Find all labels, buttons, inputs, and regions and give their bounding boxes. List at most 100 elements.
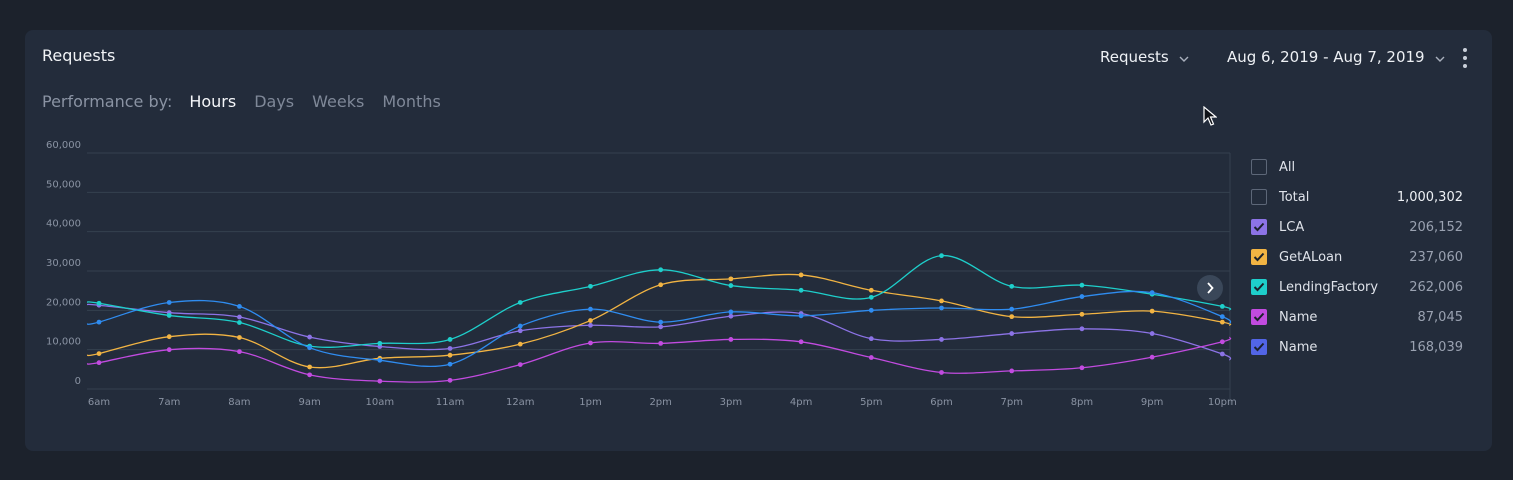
data-point[interactable]: [1079, 294, 1085, 299]
data-point[interactable]: [939, 337, 944, 342]
data-point[interactable]: [658, 340, 664, 346]
data-point[interactable]: [307, 345, 313, 351]
data-point[interactable]: [237, 349, 242, 355]
data-point[interactable]: [1079, 311, 1085, 317]
data-point[interactable]: [377, 357, 383, 363]
data-point[interactable]: [237, 320, 242, 325]
data-point[interactable]: [166, 300, 172, 305]
legend-value: 87,045: [1417, 309, 1464, 325]
data-point[interactable]: [377, 378, 383, 384]
data-point[interactable]: [1009, 331, 1015, 336]
data-point[interactable]: [588, 322, 593, 328]
data-point[interactable]: [377, 340, 383, 346]
legend-checkbox[interactable]: [1251, 219, 1267, 235]
data-point[interactable]: [939, 253, 944, 259]
data-point[interactable]: [798, 287, 804, 293]
data-point[interactable]: [96, 319, 102, 325]
data-point[interactable]: [307, 334, 313, 340]
data-point[interactable]: [307, 372, 313, 378]
y-tick-label: 20,000: [46, 297, 81, 308]
data-point[interactable]: [798, 313, 804, 319]
data-point[interactable]: [798, 272, 804, 278]
data-point[interactable]: [1149, 290, 1155, 296]
data-point[interactable]: [728, 276, 734, 282]
data-point[interactable]: [868, 287, 874, 293]
data-point[interactable]: [658, 324, 664, 330]
data-point[interactable]: [517, 300, 523, 305]
data-point[interactable]: [517, 341, 523, 347]
data-point[interactable]: [517, 328, 523, 334]
data-point[interactable]: [1219, 319, 1225, 325]
data-point[interactable]: [658, 319, 664, 325]
legend-item-lendingfactory[interactable]: LendingFactory 262,006: [1251, 272, 1463, 302]
legend-checkbox[interactable]: [1251, 189, 1267, 205]
data-point[interactable]: [237, 335, 242, 340]
legend-item-name[interactable]: Name 87,045: [1251, 302, 1463, 332]
data-point[interactable]: [728, 337, 734, 342]
x-tick-label: 3pm: [720, 397, 742, 408]
data-point[interactable]: [728, 309, 734, 315]
data-point[interactable]: [517, 323, 523, 329]
data-point[interactable]: [1079, 326, 1085, 332]
data-point[interactable]: [728, 283, 734, 288]
requests-widget: Requests Performance by: Hours Days Week…: [25, 30, 1492, 451]
data-point[interactable]: [728, 313, 734, 319]
legend-checkbox[interactable]: [1251, 249, 1267, 265]
legend-checkbox[interactable]: [1251, 339, 1267, 355]
y-tick-label: 50,000: [46, 179, 81, 190]
data-point[interactable]: [939, 305, 944, 311]
data-point[interactable]: [1149, 331, 1155, 336]
legend-item-total[interactable]: Total 1,000,302: [1251, 182, 1463, 212]
data-point[interactable]: [517, 362, 523, 368]
data-point[interactable]: [166, 313, 172, 318]
data-point[interactable]: [588, 306, 593, 312]
data-point[interactable]: [237, 304, 242, 309]
data-point[interactable]: [868, 294, 874, 300]
data-point[interactable]: [447, 377, 453, 383]
data-point[interactable]: [166, 334, 172, 340]
data-point[interactable]: [96, 351, 102, 356]
data-point[interactable]: [96, 300, 102, 306]
data-point[interactable]: [166, 347, 172, 353]
y-tick-label: 10,000: [46, 337, 81, 348]
data-point[interactable]: [1219, 304, 1225, 309]
data-point[interactable]: [1219, 314, 1225, 320]
data-point[interactable]: [868, 336, 874, 342]
data-point[interactable]: [588, 340, 593, 346]
data-point[interactable]: [1009, 283, 1015, 289]
data-point[interactable]: [1079, 365, 1085, 371]
data-point[interactable]: [1149, 354, 1155, 360]
data-point[interactable]: [939, 370, 944, 375]
legend-label: All: [1279, 159, 1296, 175]
legend-checkbox[interactable]: [1251, 279, 1267, 295]
data-point[interactable]: [96, 360, 102, 366]
data-point[interactable]: [307, 364, 313, 370]
data-point[interactable]: [588, 318, 593, 323]
data-point[interactable]: [1079, 282, 1085, 288]
data-point[interactable]: [447, 352, 453, 358]
data-point[interactable]: [1009, 306, 1015, 312]
data-point[interactable]: [939, 298, 944, 304]
data-point[interactable]: [447, 361, 453, 367]
legend-item-getaloan[interactable]: GetALoan 237,060: [1251, 242, 1463, 272]
data-point[interactable]: [447, 346, 453, 351]
legend-item-all[interactable]: All: [1251, 152, 1463, 182]
data-point[interactable]: [1219, 339, 1225, 345]
legend-item-lca[interactable]: LCA 206,152: [1251, 212, 1463, 242]
data-point[interactable]: [1009, 314, 1015, 320]
data-point[interactable]: [658, 282, 664, 288]
chart-next-button[interactable]: [1197, 275, 1223, 301]
data-point[interactable]: [237, 314, 242, 320]
data-point[interactable]: [658, 267, 664, 273]
data-point[interactable]: [447, 337, 453, 342]
data-point[interactable]: [1149, 308, 1155, 314]
data-point[interactable]: [588, 283, 593, 289]
legend-item-name[interactable]: Name 168,039: [1251, 332, 1463, 362]
data-point[interactable]: [868, 355, 874, 360]
legend-checkbox[interactable]: [1251, 309, 1267, 325]
data-point[interactable]: [1219, 351, 1225, 357]
data-point[interactable]: [868, 307, 874, 313]
data-point[interactable]: [798, 339, 804, 345]
legend-checkbox[interactable]: [1251, 159, 1267, 175]
data-point[interactable]: [1009, 368, 1015, 374]
